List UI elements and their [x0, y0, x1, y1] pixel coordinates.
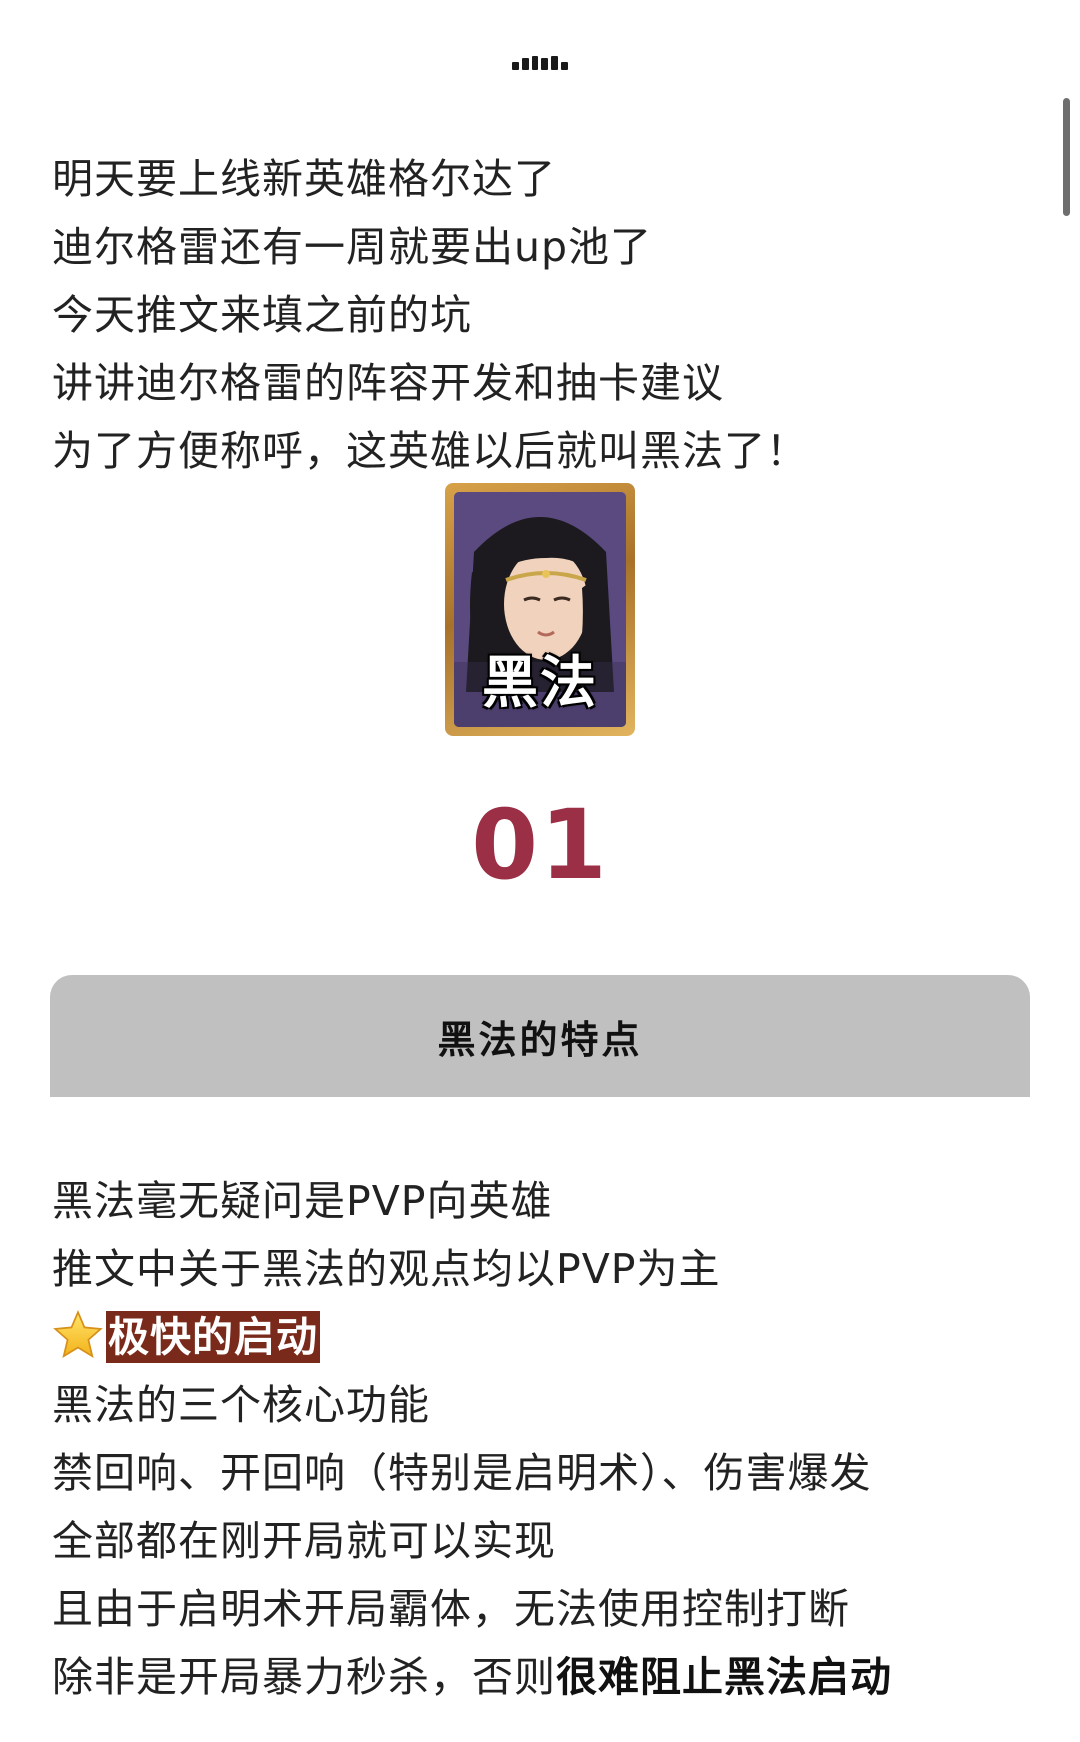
highlight-heading: 极快的启动	[106, 1311, 320, 1363]
section-header: 黑法的特点	[50, 975, 1030, 1097]
body-line-plain: 除非是开局暴力秒杀，否则	[52, 1653, 556, 1701]
star-icon	[53, 1310, 103, 1359]
drag-handle-icon[interactable]	[512, 56, 568, 70]
intro-line: 为了方便称呼，这英雄以后就叫黑法了！	[52, 427, 808, 475]
intro-line: 讲讲迪尔格雷的阵容开发和抽卡建议	[52, 359, 724, 407]
scrollbar[interactable]	[1063, 98, 1070, 216]
section-title: 黑法的特点	[437, 1017, 643, 1062]
body-line: 除非是开局暴力秒杀，否则很难阻止黑法启动	[52, 1643, 1042, 1711]
body-line: 全部都在刚开局就可以实现	[52, 1517, 556, 1565]
body-line: 且由于启明术开局霸体，无法使用控制打断	[52, 1585, 850, 1633]
intro-text: 明天要上线新英雄格尔达了 迪尔格雷还有一周就要出up池了 今天推文来填之前的坑 …	[52, 145, 1012, 485]
body-line: 黑法的三个核心功能	[52, 1381, 430, 1429]
intro-line: 今天推文来填之前的坑	[52, 291, 472, 339]
body-line: 推文中关于黑法的观点均以PVP为主	[52, 1245, 721, 1293]
highlight-line: 极快的启动	[52, 1303, 1042, 1371]
body-text: 黑法毫无疑问是PVP向英雄 推文中关于黑法的观点均以PVP为主 极快的启动 黑法…	[52, 1167, 1042, 1711]
intro-line: 明天要上线新英雄格尔达了	[52, 155, 556, 203]
body-line-bold: 很难阻止黑法启动	[556, 1653, 892, 1701]
section-number: 01	[471, 789, 609, 901]
body-line: 禁回响、开回响（特别是启明术）、伤害爆发	[52, 1449, 872, 1497]
hero-portrait-image: 黑法	[445, 483, 635, 736]
intro-line: 迪尔格雷还有一周就要出up池了	[52, 223, 653, 271]
body-line: 黑法毫无疑问是PVP向英雄	[52, 1177, 553, 1225]
portrait-label: 黑法	[481, 650, 598, 717]
